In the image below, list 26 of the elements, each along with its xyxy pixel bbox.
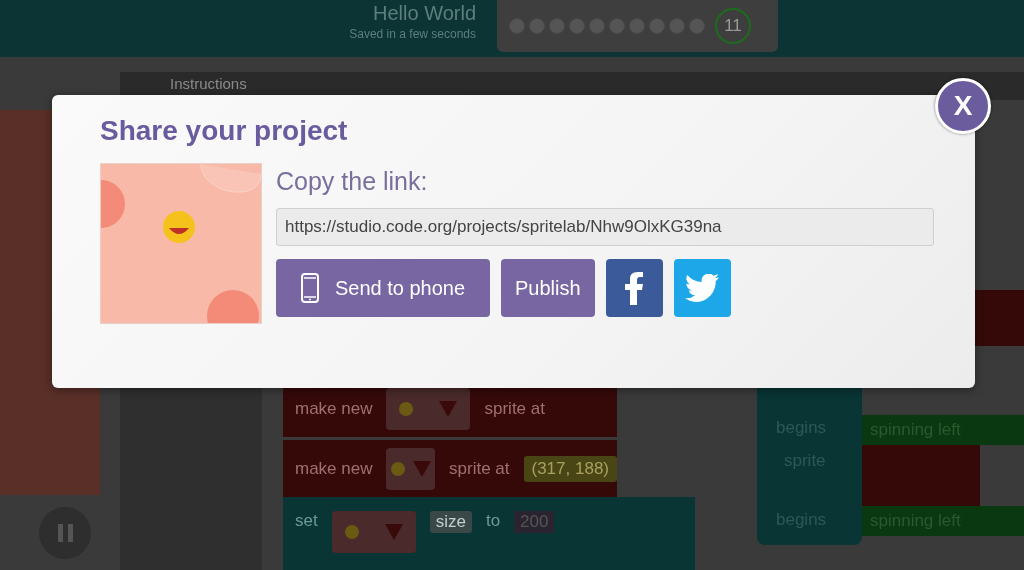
code-block[interactable] (975, 290, 1024, 346)
block-label: make new (295, 458, 373, 479)
save-status: Saved in a few seconds (349, 27, 476, 41)
location-value[interactable]: (317, 188) (523, 455, 617, 482)
copy-link-label: Copy the link: (276, 167, 429, 196)
property-dropdown[interactable]: size (429, 511, 472, 533)
sprite-dropdown[interactable] (386, 387, 471, 430)
block-label: sprite at (449, 458, 510, 479)
send-to-phone-button[interactable]: Send to phone (276, 259, 490, 317)
block-label: to (485, 511, 501, 531)
block-label: sprite at (484, 398, 545, 419)
facebook-button[interactable] (605, 259, 663, 317)
facebook-icon (625, 271, 644, 305)
code-block[interactable]: make new sprite at (317, 188) (283, 440, 617, 497)
instructions-label: Instructions (170, 75, 247, 92)
pause-button[interactable] (39, 507, 91, 559)
dialog-title: Share your project (100, 115, 349, 147)
twitter-button[interactable] (673, 259, 731, 317)
progress-count: 11 (715, 8, 751, 44)
block-label: set (295, 511, 318, 531)
project-title: Hello World (372, 2, 476, 25)
block-label: make new (295, 398, 373, 419)
publish-button[interactable]: Publish (501, 259, 595, 317)
bird-icon (685, 274, 720, 302)
link-field[interactable]: https://studio.code.org/projects/spritelab/Nhw9OlxKG39na (276, 208, 934, 246)
phone-icon (300, 273, 319, 303)
